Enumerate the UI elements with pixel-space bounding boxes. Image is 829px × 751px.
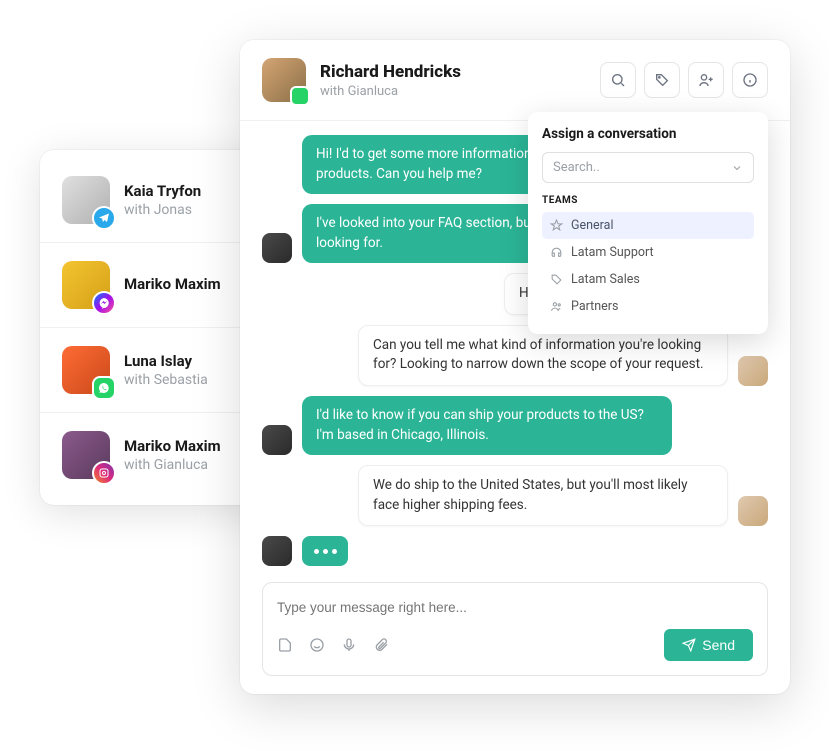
chat-window: Richard Hendricks with Gianluca Hi! I'd …	[240, 40, 790, 694]
conversation-name: Mariko Maxim	[124, 437, 221, 455]
assign-title: Assign a conversation	[542, 126, 754, 142]
chat-header: Richard Hendricks with Gianluca	[240, 40, 790, 121]
message-bubble: We do ship to the United States, but you…	[358, 465, 728, 526]
whatsapp-icon	[92, 376, 116, 400]
user-plus-icon	[698, 72, 714, 88]
message-input[interactable]	[277, 600, 753, 615]
team-item-general[interactable]: General	[542, 212, 754, 239]
telegram-icon	[92, 206, 116, 230]
team-label: General	[571, 218, 614, 233]
avatar	[62, 431, 110, 479]
search-placeholder: Search..	[553, 160, 600, 175]
chevron-down-icon	[731, 162, 743, 174]
typing-indicator-row	[262, 536, 768, 566]
attach-file-button[interactable]	[277, 637, 293, 653]
assign-search-input[interactable]: Search..	[542, 152, 754, 183]
send-button[interactable]: Send	[664, 629, 753, 661]
team-label: Partners	[571, 299, 618, 314]
avatar	[262, 58, 306, 102]
file-icon	[277, 637, 293, 653]
info-icon	[742, 72, 758, 88]
team-item-partners[interactable]: Partners	[542, 293, 754, 320]
assign-button[interactable]	[688, 62, 724, 98]
search-icon	[610, 72, 626, 88]
whatsapp-icon	[290, 86, 310, 106]
conversation-sub: with Sebastia	[124, 372, 208, 388]
messenger-icon	[92, 291, 116, 315]
info-button[interactable]	[732, 62, 768, 98]
chat-title: Richard Hendricks	[320, 62, 586, 82]
avatar	[738, 356, 768, 386]
search-button[interactable]	[600, 62, 636, 98]
emoji-button[interactable]	[309, 637, 325, 653]
send-icon	[682, 638, 696, 652]
instagram-icon	[92, 461, 116, 485]
chat-subtitle: with Gianluca	[320, 84, 586, 99]
paperclip-icon	[373, 637, 389, 653]
avatar	[262, 536, 292, 566]
conversation-sub: with Jonas	[124, 202, 201, 218]
message-row: We do ship to the United States, but you…	[262, 465, 768, 526]
users-icon	[550, 300, 563, 313]
conversation-name: Luna Islay	[124, 352, 208, 370]
send-label: Send	[702, 637, 735, 653]
message-bubble: I'd like to know if you can ship your pr…	[302, 396, 672, 455]
avatar	[738, 496, 768, 526]
assign-dropdown: Assign a conversation Search.. TEAMS Gen…	[528, 112, 768, 334]
tag-button[interactable]	[644, 62, 680, 98]
star-icon	[550, 219, 563, 232]
avatar	[62, 346, 110, 394]
team-label: Latam Support	[571, 245, 654, 260]
message-row: I'd like to know if you can ship your pr…	[262, 396, 768, 455]
headset-icon	[550, 246, 563, 259]
teams-label: TEAMS	[542, 195, 754, 206]
avatar	[62, 176, 110, 224]
smile-icon	[309, 637, 325, 653]
attachment-button[interactable]	[373, 637, 389, 653]
tag-icon	[550, 273, 563, 286]
conversation-sub: with Gianluca	[124, 457, 221, 473]
team-label: Latam Sales	[571, 272, 640, 287]
typing-indicator	[302, 536, 348, 566]
avatar	[262, 233, 292, 263]
avatar	[262, 425, 292, 455]
conversation-name: Kaia Tryfon	[124, 182, 201, 200]
tag-icon	[654, 72, 670, 88]
message-composer: Send	[262, 582, 768, 676]
mic-icon	[341, 637, 357, 653]
team-item-latam-sales[interactable]: Latam Sales	[542, 266, 754, 293]
team-item-latam-support[interactable]: Latam Support	[542, 239, 754, 266]
conversation-name: Mariko Maxim	[124, 275, 221, 293]
avatar	[62, 261, 110, 309]
voice-button[interactable]	[341, 637, 357, 653]
